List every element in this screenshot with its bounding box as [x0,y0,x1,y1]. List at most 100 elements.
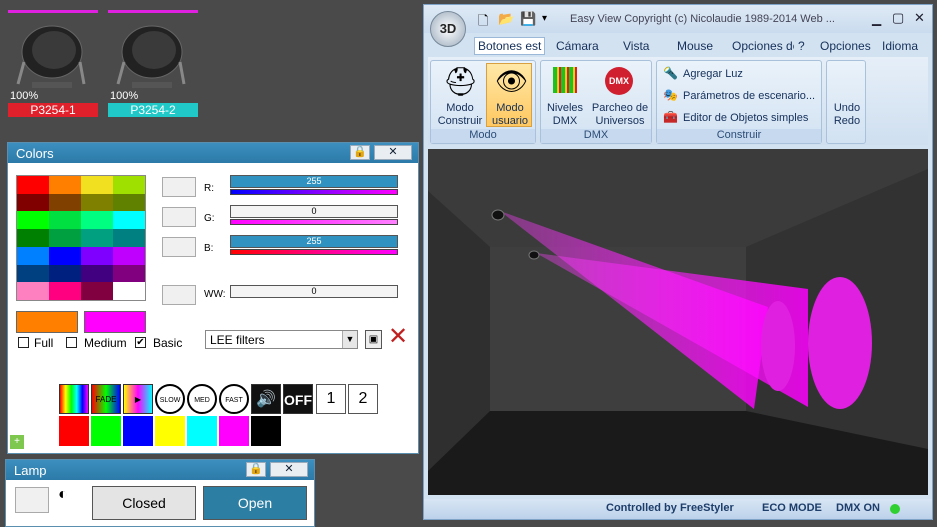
med-button[interactable]: MED [187,384,217,414]
palette-swatch[interactable] [49,246,81,265]
red-slider[interactable]: 255 [230,175,398,195]
parcheo-button[interactable]: Parcheo de Universos [589,102,651,128]
palette-swatch[interactable] [81,282,113,300]
palette-swatch[interactable] [81,176,113,194]
save-icon[interactable]: ▣ [365,330,382,349]
slow-button[interactable]: SLOW [155,384,185,414]
palette-swatch[interactable] [81,246,113,265]
new-file-icon[interactable]: 🗋 [478,12,488,34]
palette-swatch[interactable] [113,193,145,212]
opciones-menu[interactable]: Opciones [820,39,871,53]
quick-color-magenta[interactable] [219,416,249,446]
lamp-swatch[interactable] [15,487,49,513]
quick-color-red[interactable] [59,416,89,446]
chase-icon[interactable]: ▶ [123,384,153,414]
close-icon[interactable]: ✕ [914,10,925,26]
blue-slider[interactable]: 255 [230,235,398,255]
palette-swatch[interactable] [81,193,113,212]
green-slider[interactable]: 0 [230,205,398,225]
help-menu[interactable]: ? [798,39,805,53]
palette-swatch[interactable] [49,229,81,247]
palette-swatch[interactable] [17,246,49,265]
parametros-button[interactable]: Parámetros de escenario... [683,90,815,102]
palette-swatch[interactable] [113,264,145,283]
palette-swatch[interactable] [113,229,145,247]
palette-swatch[interactable] [17,229,49,247]
lock-icon[interactable]: 🔒 [246,462,266,477]
quick-color-blue[interactable] [123,416,153,446]
minimize-icon[interactable]: ▁ [872,12,881,26]
maximize-icon[interactable]: ▢ [892,10,904,26]
fixture-model-2[interactable] [528,250,540,260]
preset-1-button[interactable]: 1 [316,384,346,414]
tab-vista[interactable]: Vista [623,39,649,53]
agregar-luz-button[interactable]: Agregar Luz [683,68,743,80]
palette-swatch[interactable] [113,211,145,230]
palette-swatch[interactable] [49,176,81,194]
fixture-1[interactable]: 100% P3254-1 [8,10,100,122]
quick-color-cyan[interactable] [187,416,217,446]
modo-construir-button[interactable]: Modo Construir [435,102,485,128]
ww-swatch-button[interactable] [162,285,196,305]
palette-swatch[interactable] [17,211,49,230]
fixture-2[interactable]: 100% P3254-2 [108,10,200,122]
close-button[interactable]: ✕ [374,145,412,160]
ww-slider[interactable]: 0 [230,285,398,298]
medium-checkbox[interactable] [66,337,77,348]
idioma-menu[interactable]: Idioma [882,39,918,53]
basic-checkbox[interactable]: ✔ [135,337,146,348]
colors-titlebar[interactable]: Colors 🔒 ✕ [8,143,418,163]
full-checkbox[interactable] [18,337,29,348]
modo-usuario-button[interactable]: 👁 Modo usuario [486,63,532,127]
open-folder-icon[interactable]: 📂 [498,11,514,27]
open-button[interactable]: Open [203,486,307,520]
fixture-model-1[interactable] [491,209,505,221]
green-swatch-button[interactable] [162,207,196,227]
filter-select[interactable]: LEE filters ▼ [205,330,358,349]
quick-color-black[interactable] [251,416,281,446]
closed-button[interactable]: Closed [92,486,196,520]
quick-color-yellow[interactable] [155,416,185,446]
editor-button[interactable]: Editor de Objetos simples [683,112,808,124]
speaker-icon[interactable]: 🔊 [251,384,281,414]
close-button[interactable]: ✕ [270,462,308,477]
color-palette[interactable] [16,175,146,301]
delete-icon[interactable]: ✕ [388,325,408,349]
rainbow-icon[interactable] [59,384,89,414]
undo-redo-button[interactable]: Undo Redo [826,60,866,144]
palette-swatch[interactable] [17,264,49,283]
blue-swatch-button[interactable] [162,237,196,257]
current-color-a[interactable] [16,311,78,333]
palette-swatch[interactable] [17,282,49,300]
add-icon[interactable]: + [10,435,24,449]
palette-swatch[interactable] [81,211,113,230]
palette-swatch[interactable] [113,246,145,265]
palette-swatch[interactable] [113,176,145,194]
palette-swatch[interactable] [81,264,113,283]
current-color-b[interactable] [84,311,146,333]
palette-swatch[interactable] [49,193,81,212]
palette-swatch[interactable] [81,229,113,247]
palette-swatch[interactable] [113,282,145,300]
lamp-titlebar[interactable]: Lamp 🔒 ✕ [6,460,314,480]
preset-2-button[interactable]: 2 [348,384,378,414]
palette-swatch[interactable] [17,193,49,212]
tab-mouse[interactable]: Mouse [677,39,713,53]
tab-opciones-de[interactable]: Opciones de [732,39,794,53]
off-button[interactable]: OFF [283,384,313,414]
palette-swatch[interactable] [49,211,81,230]
fast-button[interactable]: FAST [219,384,249,414]
tab-botones[interactable]: Botones est [474,37,546,55]
niveles-dmx-button[interactable]: Niveles DMX [543,102,587,128]
palette-swatch[interactable] [17,176,49,194]
quick-color-green[interactable] [91,416,121,446]
tab-camara[interactable]: Cámara [556,39,599,53]
red-swatch-button[interactable] [162,177,196,197]
fade-button[interactable]: FADE [91,384,121,414]
customize-icon[interactable]: ▾ [542,13,547,24]
3d-viewport[interactable] [428,149,928,495]
save-icon[interactable]: 💾 [520,11,536,27]
lock-icon[interactable]: 🔒 [350,145,370,160]
palette-swatch[interactable] [49,282,81,300]
palette-swatch[interactable] [49,264,81,283]
